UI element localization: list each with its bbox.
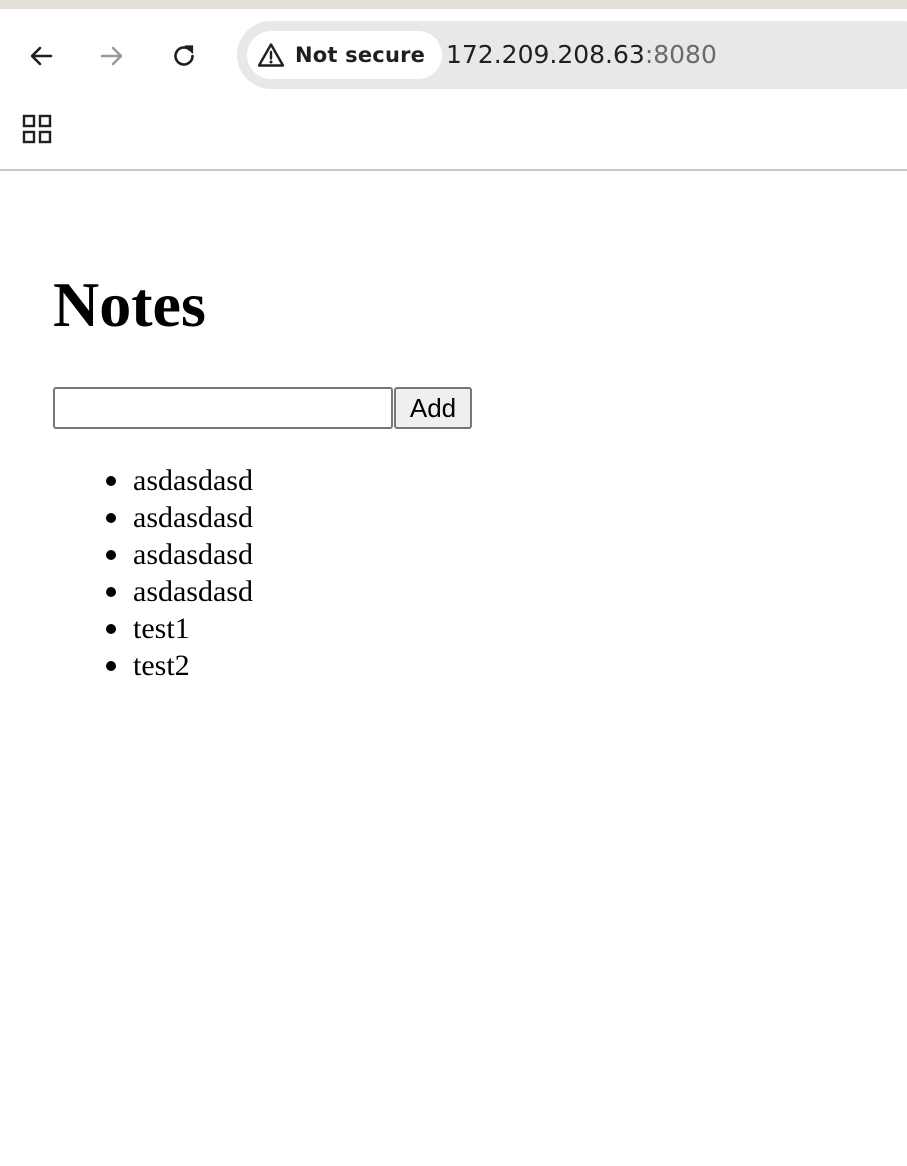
bullet-icon	[106, 661, 116, 671]
note-item: asdasdasd	[106, 462, 253, 499]
note-text: asdasdasd	[133, 464, 253, 497]
back-arrow-icon	[30, 46, 53, 66]
page-title: Notes	[53, 269, 206, 340]
browser-toolbar: Not secure 172.209.208.63:8080	[0, 9, 907, 99]
note-item: asdasdasd	[106, 499, 253, 536]
bookmarks-bar	[0, 99, 907, 171]
apps-grid-icon	[22, 114, 52, 144]
address-bar[interactable]: Not secure 172.209.208.63:8080	[237, 21, 907, 89]
bullet-icon	[106, 550, 116, 560]
url-port: :8080	[644, 40, 717, 69]
note-item: asdasdasd	[106, 536, 253, 573]
note-text: test2	[133, 649, 190, 682]
note-text: test1	[133, 612, 190, 645]
reload-icon	[174, 45, 194, 66]
reload-button[interactable]	[162, 34, 206, 78]
note-text: asdasdasd	[133, 501, 253, 534]
bullet-icon	[106, 513, 116, 523]
window-top-strip	[0, 0, 907, 9]
security-label: Not secure	[295, 43, 426, 67]
bullet-icon	[106, 624, 116, 634]
site-security-chip[interactable]: Not secure	[247, 31, 443, 79]
note-item: test2	[106, 647, 253, 684]
add-button[interactable]: Add	[394, 387, 472, 429]
warning-triangle-icon	[257, 43, 285, 67]
forward-arrow-icon	[100, 46, 123, 66]
note-text: asdasdasd	[133, 575, 253, 608]
note-item: test1	[106, 610, 253, 647]
note-input[interactable]	[53, 387, 393, 429]
back-button[interactable]	[19, 34, 63, 78]
apps-button[interactable]	[17, 109, 57, 149]
page-content: Notes Add asdasdasd asdasdasd asdasdasd asd…	[0, 171, 907, 1166]
notes-list: asdasdasd asdasdasd asdasdasd asdasdasd test…	[106, 462, 253, 684]
url-host: 172.209.208.63	[446, 40, 645, 69]
url-text[interactable]: 172.209.208.63:8080	[446, 21, 717, 89]
bullet-icon	[106, 587, 116, 597]
note-item: asdasdasd	[106, 573, 253, 610]
note-text: asdasdasd	[133, 538, 253, 571]
forward-button[interactable]	[90, 34, 134, 78]
bullet-icon	[106, 476, 116, 486]
